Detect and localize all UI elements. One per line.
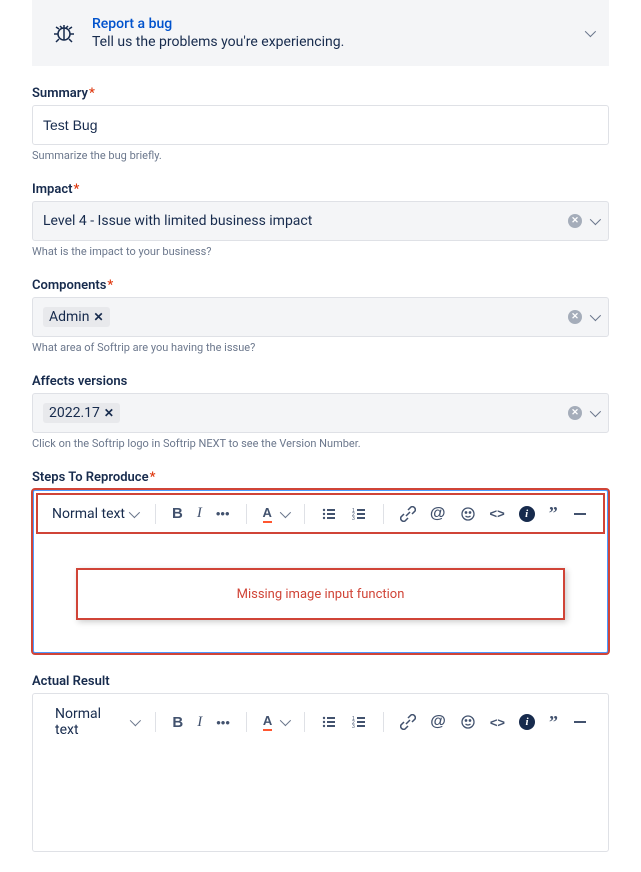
summary-help: Summarize the bug briefly.	[32, 149, 609, 162]
editor-toolbar: Normal text B I ••• A 123 @ <> i ”	[36, 493, 605, 534]
text-style-dropdown[interactable]: Normal text	[46, 502, 143, 526]
number-list-button[interactable]: 123	[347, 502, 371, 526]
link-button[interactable]	[396, 502, 420, 526]
bold-button[interactable]: B	[168, 501, 187, 526]
components-help: What area of Softrip are you having the …	[32, 341, 609, 354]
editor-toolbar: Normal text B I ••• A 123 @ <> i ”	[33, 694, 608, 751]
emoji-button[interactable]	[456, 502, 480, 526]
code-button[interactable]: <>	[486, 502, 509, 525]
number-list-button[interactable]: 123	[347, 710, 371, 734]
affects-label: Affects versions	[32, 374, 609, 389]
summary-label: Summary*	[32, 86, 609, 101]
quote-button[interactable]: ”	[545, 708, 562, 737]
italic-button[interactable]: I	[193, 501, 206, 526]
emoji-button[interactable]	[456, 710, 480, 734]
chevron-down-icon[interactable]	[590, 214, 601, 225]
bold-button[interactable]: B	[168, 710, 187, 735]
divider-button[interactable]	[568, 710, 592, 734]
annotation-callout: Missing image input function	[76, 568, 565, 620]
mention-button[interactable]: @	[426, 501, 450, 527]
bug-icon	[52, 21, 76, 45]
more-formatting-button[interactable]: •••	[212, 711, 234, 734]
remove-tag-icon[interactable]: ✕	[104, 406, 114, 420]
report-bug-banner[interactable]: Report a bug Tell us the problems you're…	[32, 0, 609, 66]
bullet-list-button[interactable]	[317, 710, 341, 734]
quote-button[interactable]: ”	[545, 499, 562, 528]
text-color-button[interactable]: A	[259, 709, 292, 735]
actual-result-label: Actual Result	[32, 674, 609, 689]
svg-text:3: 3	[352, 724, 355, 730]
actual-result-textarea[interactable]	[33, 751, 608, 851]
components-select[interactable]: Admin ✕ ✕	[32, 297, 609, 337]
chevron-down-icon	[129, 715, 140, 726]
mention-button[interactable]: @	[426, 709, 450, 735]
clear-icon[interactable]: ✕	[568, 310, 582, 324]
affects-select[interactable]: 2022.17 ✕ ✕	[32, 393, 609, 433]
chevron-down-icon	[129, 506, 140, 517]
chevron-down-icon[interactable]	[590, 310, 601, 321]
more-formatting-button[interactable]: •••	[212, 502, 234, 525]
impact-help: What is the impact to your business?	[32, 245, 609, 258]
component-tag: Admin ✕	[43, 307, 110, 327]
clear-icon[interactable]: ✕	[568, 214, 582, 228]
link-button[interactable]	[396, 710, 420, 734]
text-style-dropdown[interactable]: Normal text	[49, 702, 143, 742]
components-label: Components*	[32, 278, 609, 293]
clear-icon[interactable]: ✕	[568, 406, 582, 420]
code-button[interactable]: <>	[486, 711, 509, 734]
remove-tag-icon[interactable]: ✕	[93, 310, 103, 324]
steps-editor: Normal text B I ••• A 123 @ <> i ”	[32, 489, 609, 654]
steps-textarea[interactable]: Missing image input function	[34, 536, 607, 652]
text-color-button[interactable]: A	[259, 501, 292, 527]
affects-help: Click on the Softrip logo in Softrip NEX…	[32, 437, 609, 450]
summary-input[interactable]	[32, 105, 609, 145]
chevron-down-icon[interactable]	[590, 406, 601, 417]
chevron-down-icon[interactable]	[585, 25, 593, 41]
bullet-list-button[interactable]	[317, 502, 341, 526]
steps-label: Steps To Reproduce*	[32, 470, 609, 485]
italic-button[interactable]: I	[193, 710, 206, 735]
actual-result-editor: Normal text B I ••• A 123 @ <> i ”	[32, 693, 609, 852]
svg-text:3: 3	[352, 516, 355, 522]
divider-button[interactable]	[568, 502, 592, 526]
banner-subtitle: Tell us the problems you're experiencing…	[92, 34, 589, 50]
banner-title: Report a bug	[92, 16, 589, 32]
info-button[interactable]: i	[515, 710, 539, 734]
impact-select[interactable]: Level 4 - Issue with limited business im…	[32, 201, 609, 241]
version-tag: 2022.17 ✕	[43, 403, 120, 423]
info-button[interactable]: i	[515, 502, 539, 526]
impact-label: Impact*	[32, 182, 609, 197]
